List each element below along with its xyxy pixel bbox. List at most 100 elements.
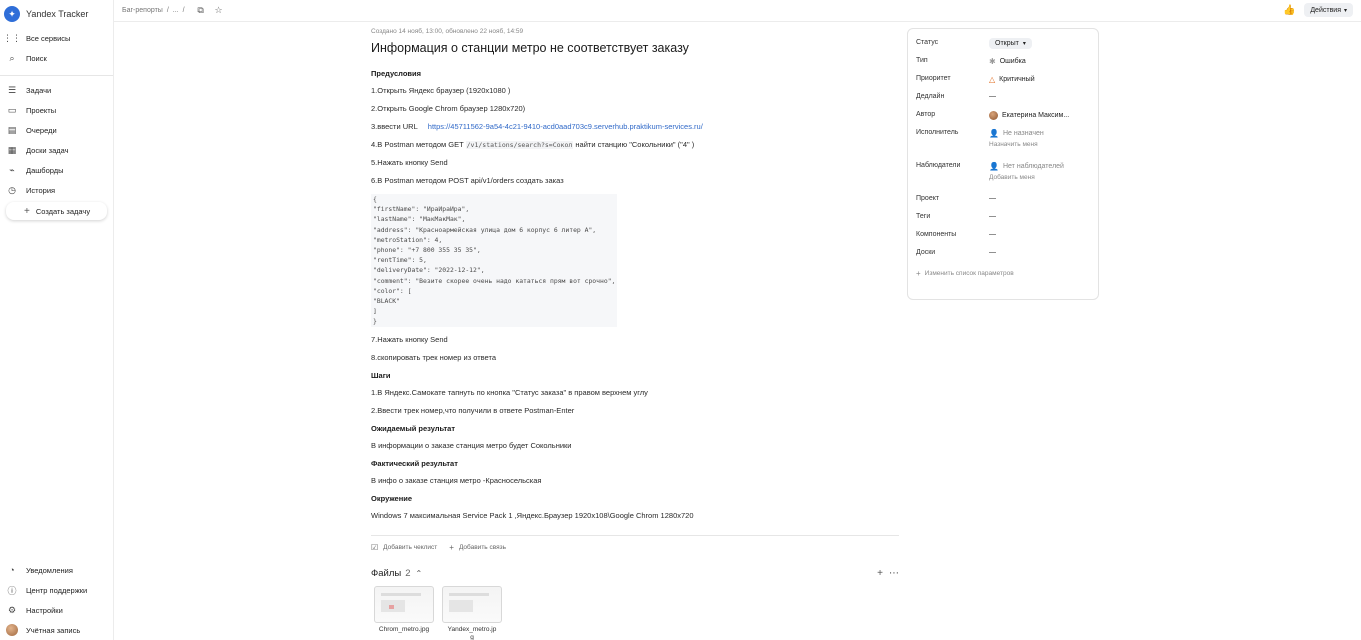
param-key: Приоритет xyxy=(916,75,951,82)
files-actions: + ⋯ xyxy=(871,568,899,579)
checkbox-icon: ☑ xyxy=(371,543,379,553)
add-checklist-button[interactable]: ☑ Добавить чеклист xyxy=(371,543,437,552)
url-link[interactable]: https://45711562-9a54-4c21-9410-acd0aad7… xyxy=(428,122,703,131)
boards-value[interactable]: — xyxy=(989,247,996,256)
actions-label: Действия xyxy=(1310,6,1341,14)
param-key: Компоненты xyxy=(916,231,957,238)
sidebar-item-label: Настройки xyxy=(26,605,63,615)
section-heading: Фактический результат xyxy=(371,458,458,468)
assignee-value[interactable]: 👤 Не назначен xyxy=(989,127,1044,138)
add-actions: ☑ Добавить чеклист + Добавить связь xyxy=(371,536,899,560)
sidebar-item-tasks[interactable]: ☰ Задачи xyxy=(0,80,113,100)
sidebar-item-projects[interactable]: ▭ Проекты xyxy=(0,100,113,120)
breadcrumb-queue[interactable]: Баг-репорты xyxy=(122,7,163,14)
paragraph: В инфо о заказе станция метро -Красносел… xyxy=(371,475,542,485)
sidebar-item-label: Доски задач xyxy=(26,145,69,155)
add-checklist-label: Добавить чеклист xyxy=(383,544,438,552)
search-icon: ⌕ xyxy=(9,52,15,63)
type-value[interactable]: ✱ Ошибка xyxy=(989,55,1026,66)
param-key: Проект xyxy=(916,195,940,202)
files-count: 2 xyxy=(405,568,411,580)
add-link-label: Добавить связь xyxy=(458,544,507,552)
param-key: Дедлайн xyxy=(916,93,945,100)
priority-value[interactable]: △ Критичный xyxy=(989,73,1035,84)
param-key: Тип xyxy=(916,57,928,64)
star-icon[interactable]: ☆ xyxy=(213,5,225,17)
breadcrumb: Баг-репорты / ... / xyxy=(122,7,189,14)
actions-button[interactable]: Действия ▾ xyxy=(1304,3,1353,17)
paragraph-text: 3.ввести URL xyxy=(371,122,418,131)
breadcrumb-ellipsis[interactable]: ... xyxy=(173,7,179,14)
sidebar-item-label: Учётная запись xyxy=(26,625,81,635)
issue-main: Создано 14 нояб, 13:00, обновлено 22 ноя… xyxy=(371,22,899,640)
file-item[interactable]: Yandex_metro.jp g xyxy=(442,585,502,640)
param-row-watchers: Наблюдатели 👤 Нет наблюдателей Добавить … xyxy=(916,160,1090,193)
file-item[interactable]: Chrom_metro.jpg xyxy=(374,585,434,640)
sidebar-item-label: Все сервисы xyxy=(26,33,71,43)
watchers-value[interactable]: 👤 Нет наблюдателей xyxy=(989,160,1064,171)
project-value[interactable]: — xyxy=(989,193,996,202)
create-task-button[interactable]: + Создать задачу xyxy=(6,202,107,220)
paragraph: 3.ввести URL https://45711562-9a54-4c21-9… xyxy=(371,122,899,140)
thumbs-up-icon[interactable]: 👍 xyxy=(1282,3,1296,17)
add-me-link[interactable]: Добавить меня xyxy=(989,174,1064,181)
sidebar-item-all-services[interactable]: ⋮⋮ Все сервисы xyxy=(0,28,113,48)
param-key: Статус xyxy=(916,39,939,46)
add-file-icon[interactable]: + xyxy=(877,568,883,579)
paragraph: 1.В Яндекс.Самокате тапнуть по кнопка "С… xyxy=(371,387,648,397)
param-row-assignee: Исполнитель 👤 Не назначен Назначить меня xyxy=(916,127,1090,160)
tasks-icon: ☰ xyxy=(7,84,17,95)
copy-icon[interactable]: ⧉ xyxy=(195,5,207,17)
sidebar-item-label: Уведомления xyxy=(26,565,73,575)
issue-params-panel: Статус Открыт ▾ Тип ✱ Ошибка Приоритет △… xyxy=(907,28,1099,300)
breadcrumb-separator: / xyxy=(166,7,169,14)
add-link-button[interactable]: + Добавить связь xyxy=(449,543,506,552)
sidebar-item-support[interactable]: ⓘ Центр поддержки xyxy=(0,580,113,600)
board-icon: ▦ xyxy=(7,144,17,155)
assign-me-link[interactable]: Назначить меня xyxy=(989,141,1044,148)
brand-name: Yandex Tracker xyxy=(26,9,89,19)
issue-meta: Создано 14 нояб, 13:00, обновлено 22 ноя… xyxy=(371,28,524,35)
status-dropdown[interactable]: Открыт ▾ xyxy=(989,38,1032,49)
param-key: Наблюдатели xyxy=(916,162,961,169)
chevron-up-icon[interactable]: ⌃ xyxy=(415,569,422,578)
plus-icon: + xyxy=(449,543,454,553)
deadline-value[interactable]: — xyxy=(989,91,996,100)
bell-icon: ◔ xyxy=(9,565,15,575)
sidebar-item-notifications[interactable]: ◔ Уведомления xyxy=(0,560,113,580)
components-value[interactable]: — xyxy=(989,229,996,238)
sidebar-item-account[interactable]: Учётная запись xyxy=(0,620,113,640)
sidebar-item-label: Очереди xyxy=(26,125,57,135)
section-heading: Шаги xyxy=(371,370,391,380)
sidebar-item-dashboards[interactable]: ⌁ Дашборды xyxy=(0,160,113,180)
sidebar-item-label: Поиск xyxy=(26,53,47,63)
author-value[interactable]: Екатерина Максим... xyxy=(989,109,1069,120)
change-params-button[interactable]: + Изменить список параметров xyxy=(916,269,1090,278)
author-name: Екатерина Максим... xyxy=(1002,112,1070,119)
issue-title[interactable]: Информация о станции метро не соответств… xyxy=(371,41,899,55)
brand[interactable]: ✦ Yandex Tracker xyxy=(0,0,113,28)
sidebar-item-label: История xyxy=(26,185,56,195)
issue-description[interactable]: Предусловия 1.Открыть Яндекс браузер (19… xyxy=(371,69,899,529)
sidebar-item-boards[interactable]: ▦ Доски задач xyxy=(0,140,113,160)
topbar-right: 👍 Действия ▾ xyxy=(1282,3,1353,17)
bug-icon: ✱ xyxy=(989,57,996,66)
param-key: Исполнитель xyxy=(916,129,959,136)
param-row-type: Тип ✱ Ошибка xyxy=(916,55,1090,73)
topbar: Баг-репорты / ... / ⧉ ☆ 👍 Действия ▾ xyxy=(114,0,1361,22)
queue-icon: ▤ xyxy=(7,124,17,135)
paragraph: 5.Нажать кнопку Send xyxy=(371,158,448,167)
watchers-label: Нет наблюдателей xyxy=(1002,163,1064,170)
sidebar-item-history[interactable]: ◷ История xyxy=(0,180,113,200)
file-name: Chrom_metro.jpg xyxy=(378,625,430,633)
paragraph: В информации о заказе станция метро буде… xyxy=(371,440,572,450)
param-row-deadline: Дедлайн — xyxy=(916,91,1090,109)
sidebar-item-settings[interactable]: ⚙ Настройки xyxy=(0,600,113,620)
sidebar-item-queues[interactable]: ▤ Очереди xyxy=(0,120,113,140)
paragraph-text: найти станцию "Сокольники" ("4" ) xyxy=(575,140,695,149)
more-icon[interactable]: ⋯ xyxy=(889,568,899,579)
tags-value[interactable]: — xyxy=(989,211,996,220)
param-row-project: Проект — xyxy=(916,193,1090,211)
file-thumbnail xyxy=(442,585,502,623)
sidebar-item-search[interactable]: ⌕ Поиск xyxy=(0,48,113,68)
